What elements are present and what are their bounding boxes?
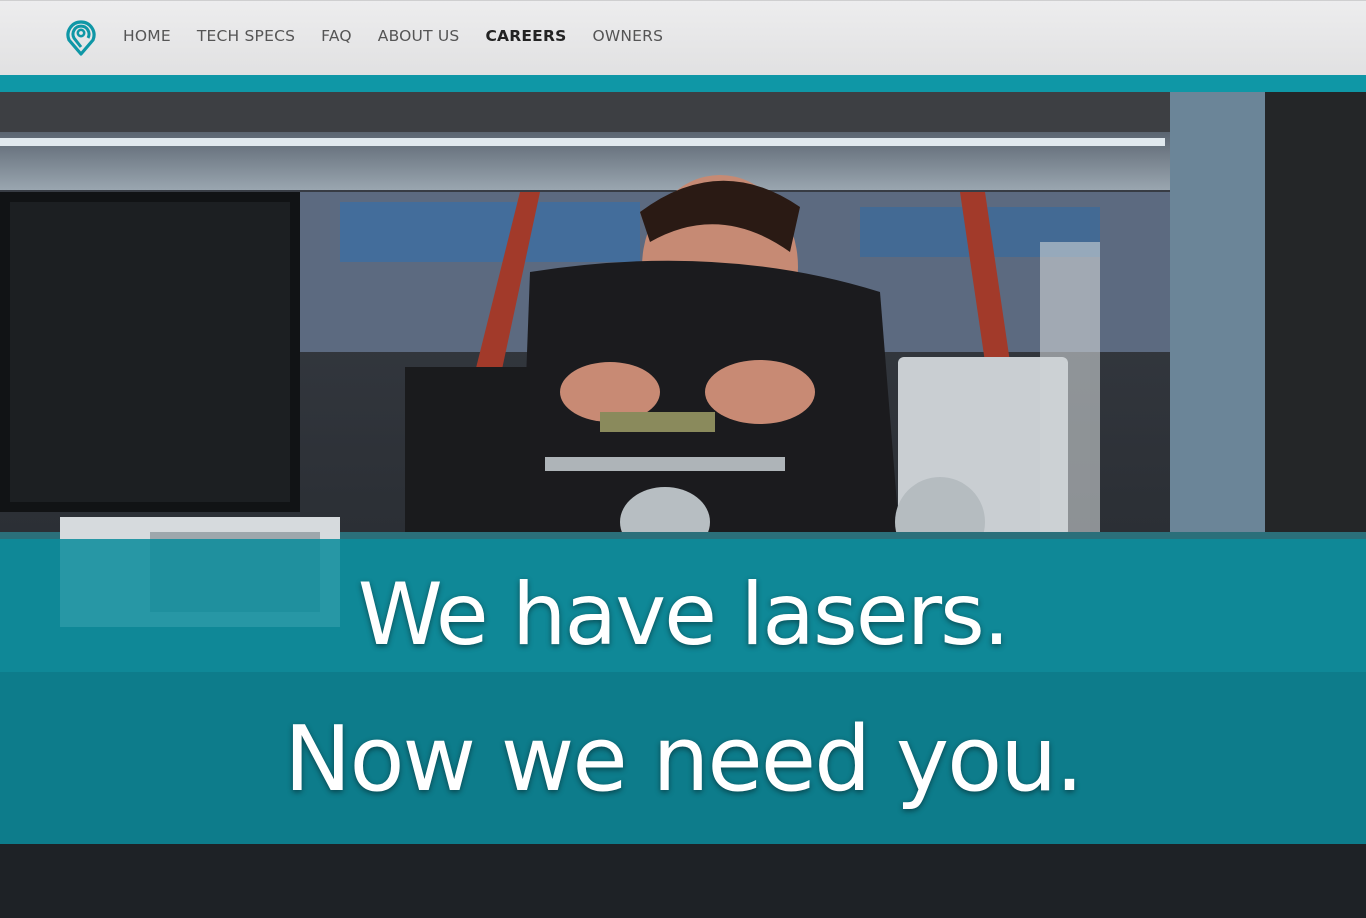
nav-item-about-us[interactable]: ABOUT US: [378, 24, 460, 48]
main-menu: HOME TECH SPECS FAQ ABOUT US CAREERS OWN…: [123, 24, 689, 48]
top-navigation: HOME TECH SPECS FAQ ABOUT US CAREERS OWN…: [0, 0, 1366, 75]
location-pin-logo-icon[interactable]: [64, 18, 98, 56]
nav-item-faq[interactable]: FAQ: [321, 24, 352, 48]
nav-accent-bar: [0, 75, 1366, 92]
headline-line-1: We have lasers.: [357, 565, 1010, 665]
nav-item-careers[interactable]: CAREERS: [485, 24, 566, 48]
nav-item-tech-specs[interactable]: TECH SPECS: [197, 24, 295, 48]
headline-line-2: Now we need you.: [284, 707, 1084, 812]
nav-item-owners[interactable]: OWNERS: [592, 24, 663, 48]
nav-item-home[interactable]: HOME: [123, 24, 171, 48]
